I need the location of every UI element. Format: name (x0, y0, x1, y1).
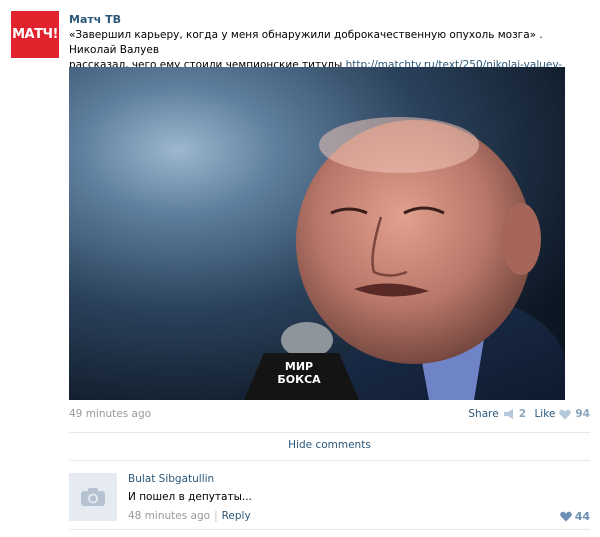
comment-text: И пошел в депутаты... (128, 491, 252, 503)
comment-like-button[interactable]: 44 (559, 510, 590, 523)
avatar[interactable] (69, 473, 117, 521)
hide-comments-button[interactable]: Hide comments (69, 432, 590, 458)
camera-icon (81, 488, 105, 506)
share-count: 2 (518, 408, 526, 420)
like-label: Like (534, 408, 556, 420)
comment-time[interactable]: 48 minutes ago (128, 510, 210, 522)
share-button[interactable]: Share 2 (468, 408, 526, 420)
meta-separator: | (214, 510, 218, 522)
comment-item: Bulat Sibgatullin И пошел в депутаты... … (69, 460, 590, 530)
like-button[interactable]: Like 94 (534, 408, 590, 420)
post-meta: 49 minutes ago Share 2 Like 94 (69, 406, 590, 422)
share-label: Share (468, 408, 499, 420)
publisher-logo[interactable]: МАТЧ! (11, 11, 59, 58)
heart-icon (559, 409, 572, 419)
photo-illustration: МИР БОКСА (244, 117, 565, 400)
megaphone-icon (503, 409, 513, 419)
comment-like-count: 44 (574, 510, 590, 523)
post-time[interactable]: 49 minutes ago (69, 408, 151, 420)
reply-button[interactable]: Reply (222, 510, 251, 522)
like-count: 94 (575, 408, 590, 420)
comment-author[interactable]: Bulat Sibgatullin (128, 473, 214, 485)
post-text-line1: «Завершил карьеру, когда у меня обнаружи… (69, 29, 543, 56)
mic-text-2: БОКСА (277, 373, 321, 386)
comment-meta: 48 minutes ago | Reply (128, 510, 251, 522)
heart-icon (559, 511, 572, 522)
logo-text: МАТЧ! (12, 27, 58, 42)
mic-text-1: МИР (285, 360, 313, 373)
post-photo[interactable]: МИР БОКСА (69, 67, 565, 400)
post-author[interactable]: Матч ТВ (69, 13, 121, 26)
